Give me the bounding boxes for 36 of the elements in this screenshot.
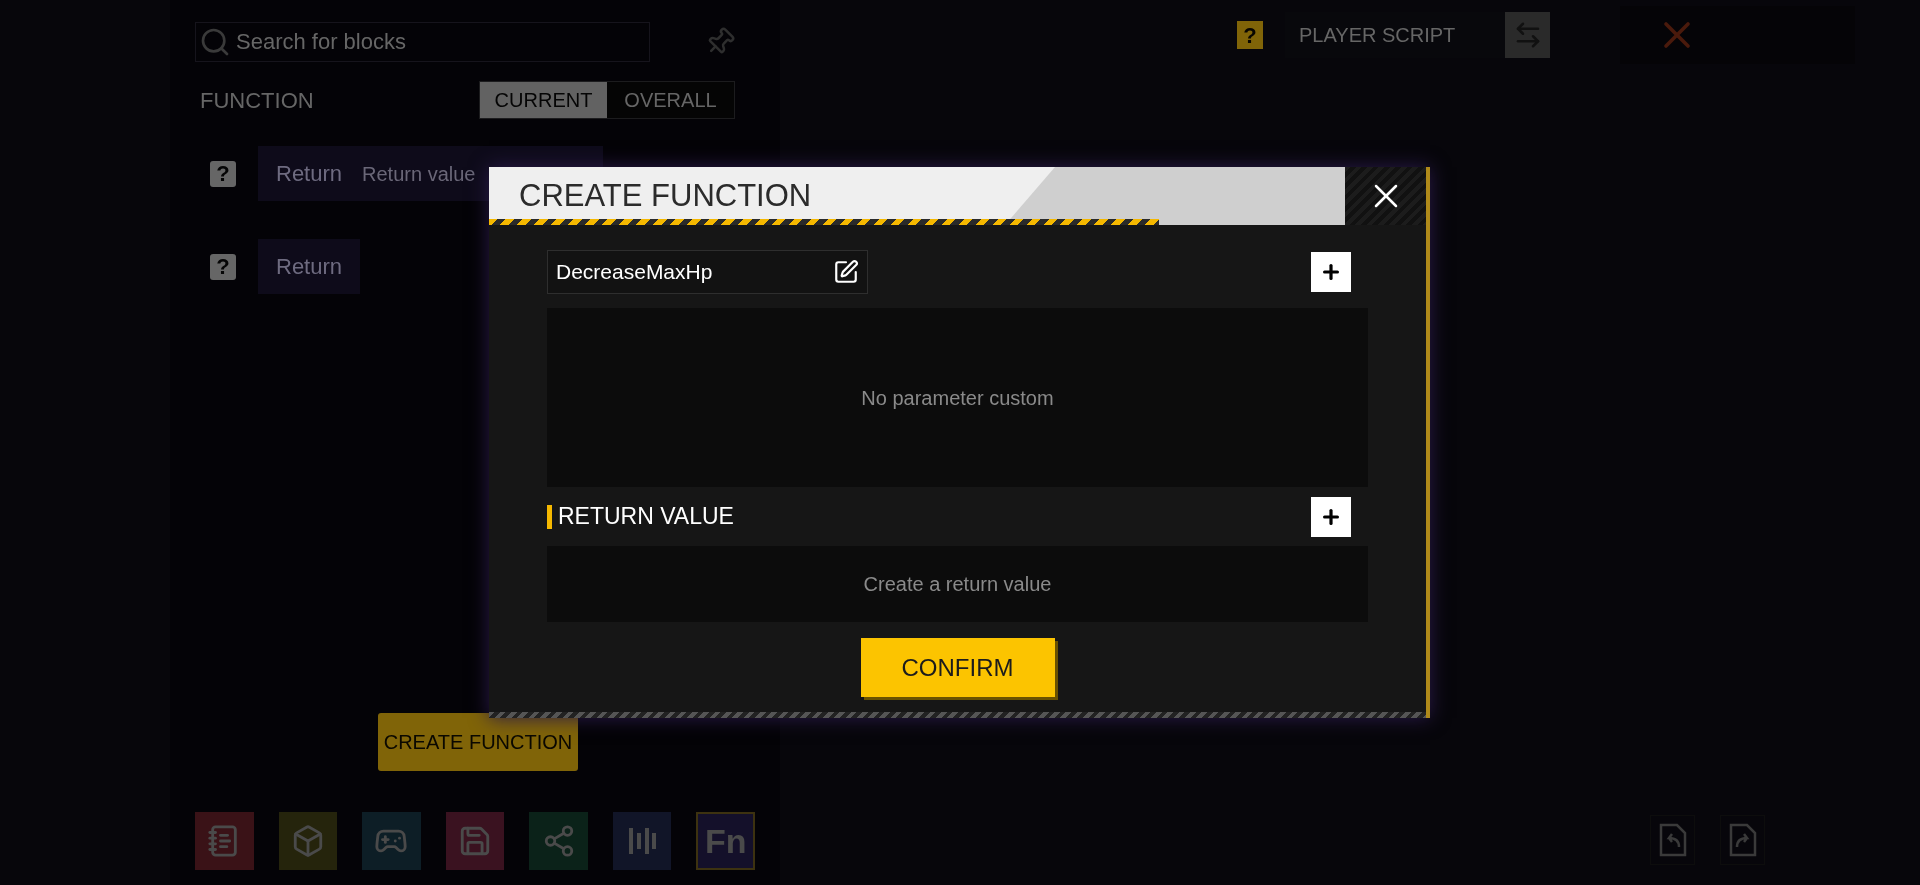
file-redo-icon: [1728, 823, 1757, 857]
plus-icon: [1320, 261, 1342, 283]
block-label: Return: [276, 253, 343, 281]
scope-tab[interactable]: CURRENT: [480, 82, 607, 118]
accent-bar: [547, 504, 552, 529]
swap-button[interactable]: [1505, 12, 1550, 58]
help-badge[interactable]: ?: [1237, 21, 1263, 49]
toolbar-button[interactable]: [445, 812, 505, 870]
return-block[interactable]: Return: [258, 239, 361, 294]
section-title: RETURN VALUE: [558, 502, 734, 532]
toolbar-button[interactable]: [195, 812, 254, 870]
close-button[interactable]: [1345, 167, 1426, 225]
file-undo-icon: [1658, 823, 1687, 857]
block-parameter: Return value: [362, 161, 477, 187]
empty-message: Create a return value: [863, 572, 1052, 597]
create-function-button[interactable]: CREATE FUNCTION: [378, 713, 578, 771]
search-field[interactable]: Search for blocks: [195, 22, 650, 62]
undo-button[interactable]: [1650, 815, 1695, 865]
search-icon: [199, 26, 231, 58]
toolbar-button[interactable]: Fn: [696, 812, 756, 870]
toolbar-button[interactable]: [612, 812, 672, 870]
redo-button[interactable]: [1720, 815, 1765, 865]
fn-label: Fn: [704, 824, 747, 858]
toolbar-button[interactable]: [362, 812, 421, 870]
add-return-button[interactable]: [1311, 496, 1351, 537]
empty-message: No parameter custom: [861, 385, 1054, 411]
help-badge[interactable]: ?: [210, 253, 236, 280]
section-title: FUNCTION: [200, 86, 314, 115]
block-label: Return: [276, 160, 343, 188]
edit-icon: [833, 259, 859, 285]
add-parameter-button[interactable]: [1311, 252, 1351, 292]
help-badge[interactable]: ?: [210, 160, 236, 187]
toolbar-button[interactable]: [529, 812, 588, 870]
confirm-button[interactable]: CONFIRM: [860, 638, 1055, 697]
function-name-field[interactable]: DecreaseMaxHp: [547, 250, 868, 294]
toolbar-button[interactable]: [278, 812, 338, 870]
